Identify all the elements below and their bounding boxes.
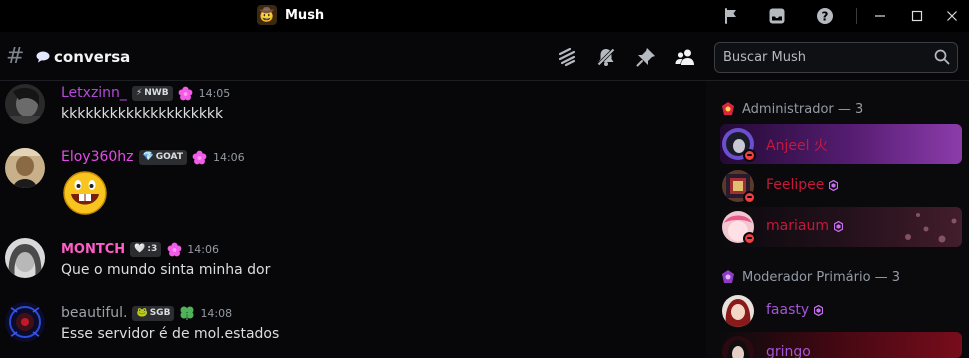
grinning-face-emoji[interactable] <box>62 170 108 216</box>
minimize-icon <box>875 15 885 17</box>
member-item[interactable]: mariaum <box>720 207 962 247</box>
avatar[interactable] <box>5 84 45 124</box>
message-text: Esse servidor é de mol.estados <box>61 326 280 342</box>
member-item[interactable]: faasty <box>720 291 962 331</box>
message-header: Letxzinn_ ⚡ NWB 14:05 <box>61 85 230 101</box>
admin-role-icon <box>722 102 734 115</box>
pink-flower-icon <box>166 241 182 257</box>
close-icon <box>947 11 957 21</box>
timestamp: 14:05 <box>198 86 231 100</box>
window-title: Mush <box>285 7 325 23</box>
member-name: mariaum <box>766 218 843 234</box>
avatar[interactable] <box>5 302 45 342</box>
server-tag-label: SGB <box>149 308 171 318</box>
help-icon[interactable]: ? <box>815 6 835 26</box>
timestamp: 14:06 <box>187 242 219 256</box>
role-gem-icon <box>814 304 824 316</box>
avatar <box>722 295 754 327</box>
member-name: Feelipee <box>766 177 839 193</box>
member-item[interactable]: Anjeel 火 <box>720 124 962 164</box>
inbox-icon[interactable] <box>767 6 787 26</box>
avatar[interactable] <box>5 238 45 278</box>
maximize-button[interactable] <box>902 4 932 28</box>
maximize-icon <box>911 10 923 22</box>
frog-icon: 🐸 <box>136 308 148 318</box>
member-list: Administrador — 3 Anjeel 火 Feelipee mari… <box>706 81 969 358</box>
server-tag-label: :3 <box>147 244 158 254</box>
member-group-label: Moderador Primário — 3 <box>742 269 901 285</box>
username[interactable]: Eloy360hz <box>61 149 134 165</box>
message-header: Eloy360hz 💎 GOAT 14:06 <box>61 149 245 165</box>
server-tag[interactable]: 💎 GOAT <box>138 149 187 165</box>
channel-name: conversa <box>54 48 131 66</box>
avatar <box>722 128 756 162</box>
titlebar-divider <box>856 8 857 24</box>
close-window-button[interactable] <box>937 4 967 28</box>
avatar <box>722 170 756 204</box>
threads-icon[interactable] <box>556 46 578 68</box>
member-name: faasty <box>766 302 824 318</box>
speech-bubble-icon <box>36 51 50 63</box>
window-title-group: 🤠 Mush <box>257 5 324 25</box>
search-input[interactable] <box>723 43 933 72</box>
message-text: kkkkkkkkkkkkkkkkkkkk <box>61 106 224 122</box>
member-name: gringo <box>766 344 811 358</box>
pink-flower-icon <box>178 85 194 101</box>
server-icon: 🤠 <box>257 5 277 25</box>
channel-header: # conversa <box>0 32 969 81</box>
diamond-icon: 💎 <box>142 152 154 162</box>
clover-icon <box>179 305 195 321</box>
pin-icon[interactable] <box>635 46 657 68</box>
message-text: Que o mundo sinta minha dor <box>61 262 271 278</box>
hash-icon: # <box>6 44 25 69</box>
member-item[interactable]: Feelipee <box>720 166 962 206</box>
notifications-muted-icon[interactable] <box>595 46 617 68</box>
message-header: MONTCH 🤍:3 14:06 <box>61 241 219 257</box>
server-tag[interactable]: ⚡ NWB <box>131 85 173 101</box>
server-tag-label: NWB <box>144 88 169 98</box>
title-bar: 🤠 Mush ? <box>0 0 969 32</box>
member-group-header: Moderador Primário — 3 <box>720 269 900 285</box>
lightning-icon: ⚡ <box>135 88 143 98</box>
minimize-button[interactable] <box>865 4 895 28</box>
avatar <box>722 211 756 245</box>
channel-title: conversa <box>36 48 130 66</box>
svg-text:?: ? <box>822 9 829 23</box>
app-window: 🤠 Mush ? # conversa Buscar Mush Letxzinn… <box>0 0 969 358</box>
member-group-header: Administrador — 3 <box>720 101 863 117</box>
server-tag-label: GOAT <box>155 152 183 162</box>
white-heart-icon: 🤍 <box>134 244 146 254</box>
username[interactable]: beautiful. <box>61 305 127 321</box>
member-name: Anjeel 火 <box>766 138 828 154</box>
pink-flower-icon <box>192 149 208 165</box>
role-gem-icon <box>833 220 843 232</box>
dnd-status-icon <box>743 232 756 245</box>
search-icon[interactable] <box>934 49 950 65</box>
member-list-icon[interactable] <box>674 46 696 68</box>
message-list: Letxzinn_ ⚡ NWB 14:05 kkkkkkkkkkkkkkkkkkk… <box>0 81 706 358</box>
username[interactable]: MONTCH <box>61 242 125 257</box>
search-box[interactable] <box>714 42 958 73</box>
message-header: beautiful. 🐸 SGB 14:08 <box>61 305 232 321</box>
avatar <box>722 336 754 358</box>
username[interactable]: Letxzinn_ <box>61 85 127 101</box>
timestamp: 14:06 <box>212 150 245 164</box>
member-group-label: Administrador — 3 <box>742 101 864 117</box>
role-gem-icon <box>829 179 839 191</box>
flag-icon[interactable] <box>722 6 742 26</box>
member-item[interactable]: gringo <box>720 332 962 358</box>
moderator-role-icon <box>722 270 734 283</box>
server-tag[interactable]: 🤍:3 <box>130 241 162 257</box>
timestamp: 14:08 <box>200 306 233 320</box>
avatar[interactable] <box>5 148 45 188</box>
dnd-status-icon <box>743 191 756 204</box>
dnd-status-icon <box>743 149 756 162</box>
server-tag[interactable]: 🐸 SGB <box>132 305 175 321</box>
